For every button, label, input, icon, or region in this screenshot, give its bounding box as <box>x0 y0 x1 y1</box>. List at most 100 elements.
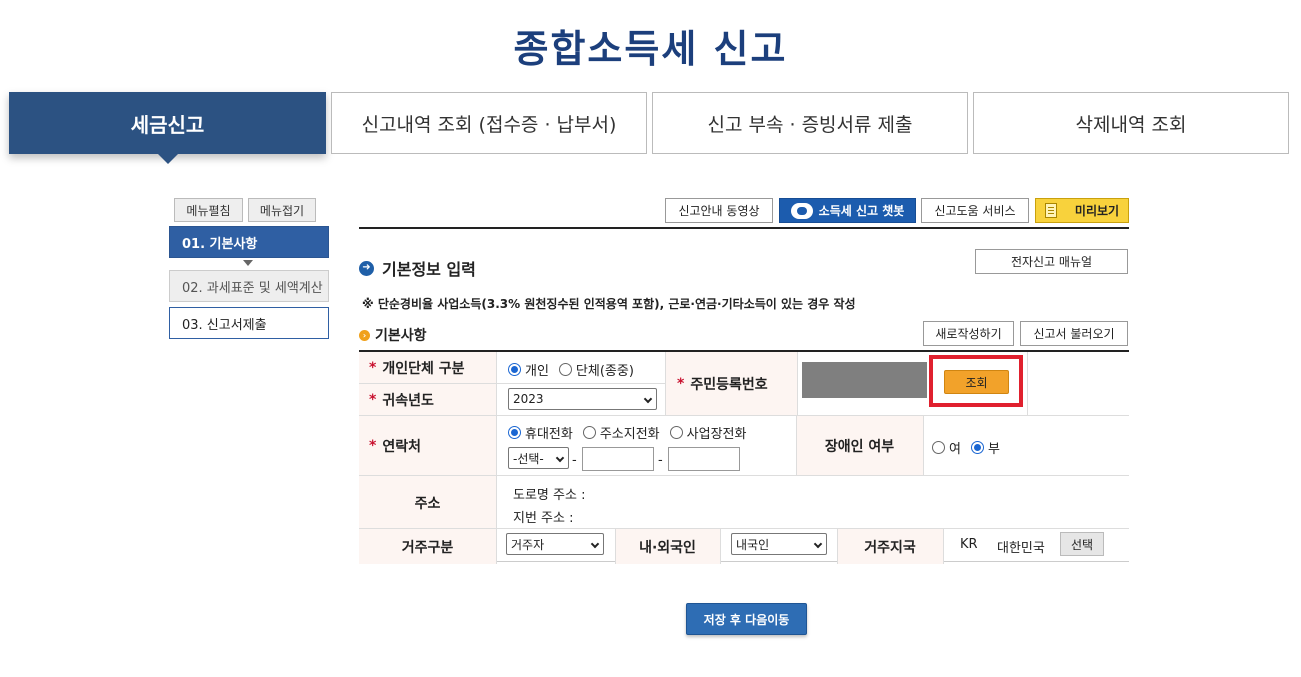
tab-filing-history[interactable]: 신고내역 조회 (접수증 · 납부서) <box>331 92 647 154</box>
contact-business-label: 사업장전화 <box>686 427 747 442</box>
country-code: KR <box>960 537 978 552</box>
grid-line <box>665 352 666 416</box>
phone-last-input[interactable] <box>668 447 740 471</box>
grid-line <box>615 529 616 564</box>
menu-expand-button[interactable]: 메뉴펼침 <box>174 198 243 222</box>
residence-select[interactable]: 거주자 <box>506 533 604 555</box>
highlight-box <box>929 355 1023 407</box>
address-label-cell: 주소 <box>359 476 496 529</box>
grid-line <box>923 416 924 476</box>
new-form-button[interactable]: 새로작성하기 <box>923 321 1014 346</box>
contact-home-radio[interactable] <box>582 426 596 439</box>
section-title-text: 기본정보 입력 <box>382 260 476 279</box>
disability-no-radio[interactable] <box>970 441 984 454</box>
grid-line <box>359 383 665 384</box>
sidebar-step-basic[interactable]: 01. 기본사항 <box>169 226 329 258</box>
residence-label-cell: 거주구분 <box>359 529 496 564</box>
phone-dash: - <box>572 453 577 468</box>
disability-label-cell: 장애인 여부 <box>796 416 923 476</box>
chevron-down-icon <box>643 394 653 404</box>
chatbot-button[interactable]: 소득세 신고 챗봇 <box>779 198 916 223</box>
contact-radio-group: 휴대전화 주소지전화 사업장전화 <box>508 423 756 442</box>
sub-title-text: 기본사항 <box>375 328 427 344</box>
phone-dash: - <box>658 453 663 468</box>
type-individual-radio[interactable] <box>508 363 521 376</box>
disability-no-label: 부 <box>987 442 1000 457</box>
grid-line <box>837 529 838 564</box>
load-form-button[interactable]: 신고서 불러오기 <box>1020 321 1128 346</box>
year-select-value: 2023 <box>513 392 544 406</box>
disability-yes-radio[interactable] <box>932 441 945 454</box>
contact-mobile-label: 휴대전화 <box>525 427 573 442</box>
type-group-label: 단체(종중) <box>575 364 634 379</box>
grid-line <box>797 352 798 416</box>
chatbot-label: 소득세 신고 챗봇 <box>818 204 905 218</box>
type-group-radio[interactable] <box>558 363 572 376</box>
filing-help-button[interactable]: 신고도움 서비스 <box>921 198 1029 223</box>
country-name: 대한민국 <box>997 541 1045 556</box>
type-label-cell: * 개인단체 구분 <box>359 352 496 384</box>
nationality-select[interactable]: 내국인 <box>731 533 827 555</box>
country-label-cell: 거주지국 <box>837 529 943 564</box>
address-label: 주소 <box>414 495 441 512</box>
year-label: 귀속년도 <box>382 393 434 409</box>
contact-label-cell: * 연락처 <box>359 416 496 476</box>
grid-line <box>943 529 944 564</box>
contact-home-label: 주소지전화 <box>599 427 660 442</box>
rrn-label: 주민등록번호 <box>690 377 768 393</box>
step-arrow-icon <box>243 260 253 266</box>
rrn-label-cell: * 주민등록번호 <box>665 352 797 416</box>
sidebar-step-submit[interactable]: 03. 신고서제출 <box>169 307 329 339</box>
contact-mobile-radio[interactable] <box>508 426 521 439</box>
grid-line <box>496 352 497 564</box>
disability-yes-label: 여 <box>949 442 961 457</box>
lot-address-label: 지번 주소 : <box>513 511 574 526</box>
toolbar-divider <box>359 227 1129 229</box>
disability-radio-group: 여 부 <box>932 438 1010 457</box>
section-title: ➜ 기본정보 입력 <box>359 256 476 280</box>
type-label: 개인단체 구분 <box>382 361 465 377</box>
grid-line <box>359 415 1129 416</box>
contact-label: 연락처 <box>382 439 421 455</box>
guide-video-button[interactable]: 신고안내 동영상 <box>665 198 773 223</box>
year-select[interactable]: 2023 <box>508 388 657 410</box>
grid-line <box>359 475 1129 476</box>
sidebar-step-tax-calc[interactable]: 02. 과세표준 및 세액계산 <box>169 270 329 302</box>
main-tabs: 세금신고 신고내역 조회 (접수증 · 납부서) 신고 부속 · 증빙서류 제출… <box>9 92 1289 164</box>
grid-line <box>359 528 1129 529</box>
save-next-button[interactable]: 저장 후 다음이동 <box>686 603 807 635</box>
type-radio-group: 개인 단체(종중) <box>508 360 644 379</box>
chatbot-icon <box>790 202 813 219</box>
tab-attachments[interactable]: 신고 부속 · 증빙서류 제출 <box>652 92 968 154</box>
tab-tax-filing[interactable]: 세금신고 <box>9 92 326 164</box>
chevron-down-icon <box>590 539 600 549</box>
phone-prefix-select[interactable]: -선택- <box>508 447 569 469</box>
road-address-label: 도로명 주소 : <box>513 488 586 503</box>
chevron-down-icon <box>813 539 823 549</box>
phone-middle-input[interactable] <box>582 447 654 471</box>
grid-line <box>720 529 721 564</box>
sub-title: › 기본사항 <box>359 325 427 345</box>
document-icon <box>1044 203 1057 218</box>
tab-deleted-history[interactable]: 삭제내역 조회 <box>973 92 1289 154</box>
country-label: 거주지국 <box>864 539 916 556</box>
page-title: 종합소득세 신고 <box>513 27 788 71</box>
bullet-arrow-icon: › <box>359 329 370 341</box>
country-select-button[interactable]: 선택 <box>1060 532 1104 556</box>
e-filing-manual-button[interactable]: 전자신고 매뉴얼 <box>975 249 1128 274</box>
type-individual-label: 개인 <box>525 364 549 379</box>
residence-label: 거주구분 <box>401 539 454 556</box>
disability-label: 장애인 여부 <box>824 439 895 455</box>
phone-prefix-value: -선택- <box>513 451 544 466</box>
circle-arrow-icon: ➜ <box>359 260 374 276</box>
nationality-label: 내·외국인 <box>639 539 696 556</box>
grid-line <box>796 416 797 476</box>
year-label-cell: * 귀속년도 <box>359 384 496 416</box>
preview-button[interactable]: 미리보기 <box>1035 198 1129 223</box>
contact-business-radio[interactable] <box>669 426 683 439</box>
menu-collapse-button[interactable]: 메뉴접기 <box>248 198 316 222</box>
nationality-select-value: 내국인 <box>736 537 770 552</box>
chevron-down-icon <box>555 453 565 463</box>
residence-select-value: 거주자 <box>511 537 545 552</box>
filing-note: ※ 단순경비율 사업소득(3.3% 원천징수된 인적용역 포함), 근로·연금·… <box>362 297 856 311</box>
